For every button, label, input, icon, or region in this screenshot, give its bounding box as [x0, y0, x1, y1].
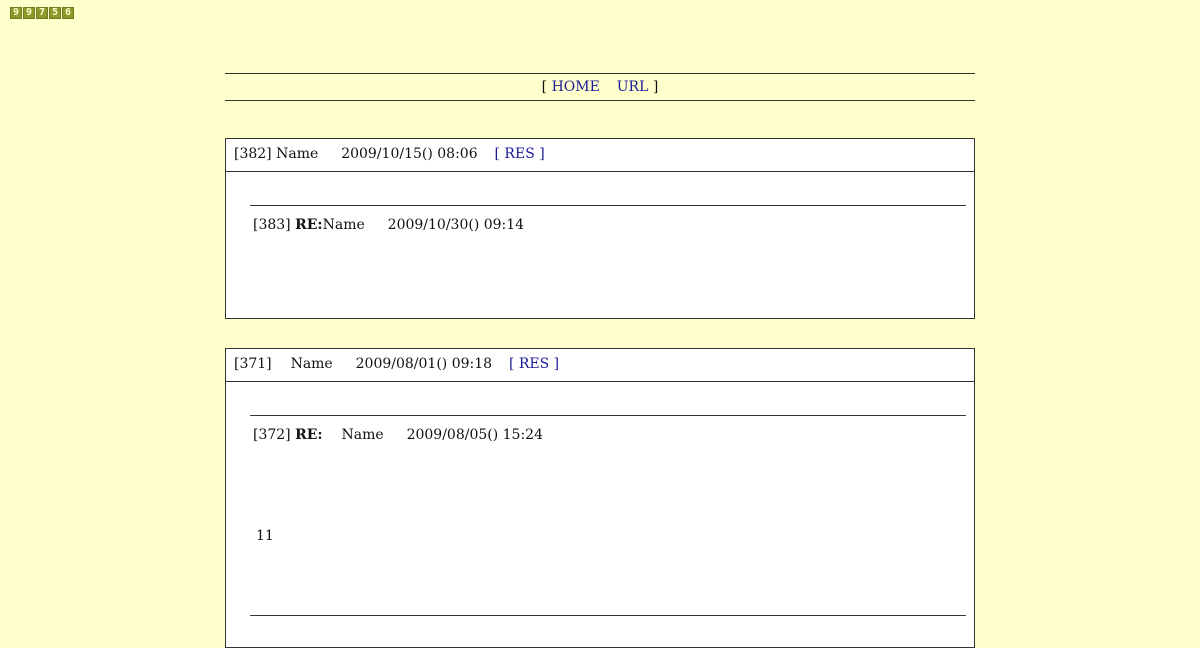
reply-date: 2009/10/30() 09:14: [387, 217, 525, 233]
res-link[interactable]: [ RES ]: [509, 356, 559, 372]
post-author: Name: [290, 356, 333, 372]
thread-post: [371] Name 2009/08/01() 09:18 [ RES ] [3…: [225, 348, 975, 648]
res-link[interactable]: [ RES ]: [495, 146, 545, 162]
reply-divider: [250, 205, 966, 206]
post-id: [371]: [234, 356, 272, 372]
access-counter: 9 9 7 5 6: [10, 7, 74, 19]
reply-divider: [250, 615, 966, 616]
counter-digit: 6: [62, 7, 74, 19]
post-date: 2009/10/15() 08:06: [341, 146, 478, 162]
reply-header: [372] RE: Name 2009/08/05() 15:24: [253, 427, 543, 443]
post-date: 2009/08/01() 09:18: [355, 356, 493, 372]
reply-divider: [250, 415, 966, 416]
post-author: Name: [276, 146, 319, 162]
thread-post: [382] Name 2009/10/15() 08:06 [ RES ] [3…: [225, 138, 975, 319]
home-link[interactable]: HOME: [552, 79, 600, 95]
reply-id: [383]: [253, 217, 291, 233]
post-id: [382]: [234, 146, 272, 162]
counter-digit: 9: [23, 7, 35, 19]
top-navigation: [ HOME URL ]: [225, 73, 975, 101]
nav-open-bracket: [: [541, 79, 548, 95]
counter-digit: 7: [36, 7, 48, 19]
reply-re-label: RE:: [295, 427, 323, 443]
url-link[interactable]: URL: [617, 79, 649, 95]
reply-author: Name: [322, 217, 365, 233]
reply-re-label: RE:: [295, 217, 323, 233]
reply-body: 11: [256, 528, 274, 544]
thread-header: [382] Name 2009/10/15() 08:06 [ RES ]: [226, 139, 974, 172]
counter-digit: 5: [49, 7, 61, 19]
nav-close-bracket: ]: [652, 79, 659, 95]
reply-date: 2009/08/05() 15:24: [406, 427, 543, 443]
thread-header: [371] Name 2009/08/01() 09:18 [ RES ]: [226, 349, 974, 382]
reply-id: [372]: [253, 427, 291, 443]
reply-author: Name: [341, 427, 384, 443]
counter-digit: 9: [10, 7, 22, 19]
reply-header: [383] RE:Name 2009/10/30() 09:14: [253, 217, 524, 233]
